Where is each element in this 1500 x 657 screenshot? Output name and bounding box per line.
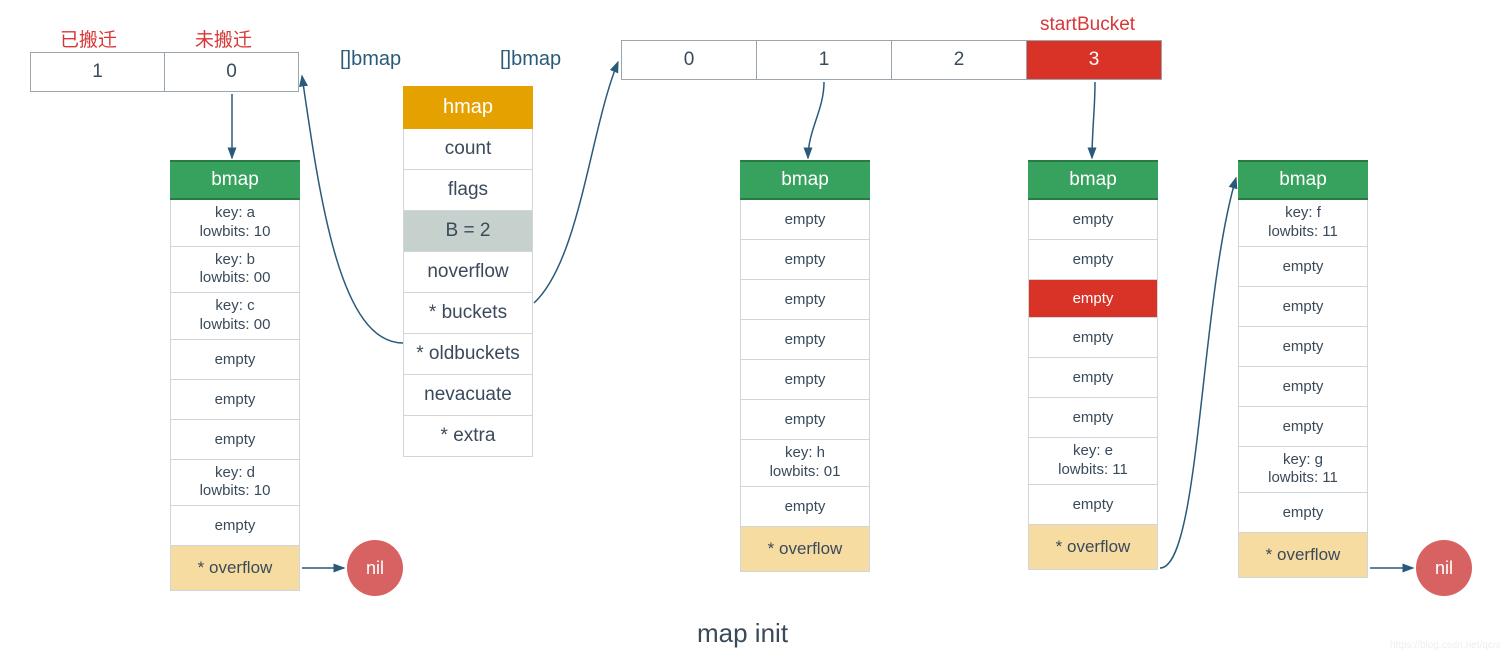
bmap-ovf-slot-0: key: flowbits: 11	[1238, 200, 1368, 247]
hmap-row-nevacuate: nevacuate	[403, 375, 533, 416]
bmap-new3-slot-5: empty	[1028, 398, 1158, 438]
bmap-new1-slot-4: empty	[740, 360, 870, 400]
oldbuckets-array: 1 0	[30, 52, 299, 92]
nil-circle-right: nil	[1416, 540, 1472, 596]
newbucket-cell-0: 0	[622, 41, 757, 80]
bmap-new1-slot-1: empty	[740, 240, 870, 280]
newbuckets-array: 0 1 2 3	[621, 40, 1162, 80]
bmap-ovf-slot-7: empty	[1238, 493, 1368, 533]
bmap-new1-slot-0: empty	[740, 200, 870, 240]
bmap-old0-slot-2: key: clowbits: 00	[170, 293, 300, 340]
bmap-new3-overflow: * overflow	[1028, 525, 1158, 570]
hmap-row-buckets: * buckets	[403, 293, 533, 334]
bmap-new1-slot-3: empty	[740, 320, 870, 360]
bmap-new1-slot-6: key: hlowbits: 01	[740, 440, 870, 487]
oldbucket-cell-1: 0	[165, 53, 299, 92]
bmap-old0-slot-6: key: dlowbits: 10	[170, 460, 300, 507]
bmap-new3-slot-4: empty	[1028, 358, 1158, 398]
bmap-ovf-slot-5: empty	[1238, 407, 1368, 447]
bmap-new3-slot-2: empty	[1028, 280, 1158, 318]
bmap-old0-header: bmap	[170, 160, 300, 200]
bmap-ovf-header: bmap	[1238, 160, 1368, 200]
bmap-new1: bmap empty empty empty empty empty empty…	[740, 160, 870, 572]
bmap-ovf-slot-1: empty	[1238, 247, 1368, 287]
hmap-row-count: count	[403, 129, 533, 170]
bmap-old0-slot-5: empty	[170, 420, 300, 460]
hmap-row-noverflow: noverflow	[403, 252, 533, 293]
bmap-new1-slot-5: empty	[740, 400, 870, 440]
diagram-caption: map init	[697, 618, 788, 649]
bmap-old0-slot-7: empty	[170, 506, 300, 546]
bmap-new1-slot-7: empty	[740, 487, 870, 527]
bmap-overflow: bmap key: flowbits: 11 empty empty empty…	[1238, 160, 1368, 578]
nil-circle-left: nil	[347, 540, 403, 596]
bmap-ovf-overflow: * overflow	[1238, 533, 1368, 578]
bmap-old0-slot-4: empty	[170, 380, 300, 420]
label-not-migrated: 未搬迁	[195, 25, 252, 52]
bmap-ovf-slot-2: empty	[1238, 287, 1368, 327]
oldbucket-cell-0: 1	[31, 53, 165, 92]
bmap-ovf-slot-4: empty	[1238, 367, 1368, 407]
newbucket-cell-1: 1	[757, 41, 892, 80]
label-migrated: 已搬迁	[60, 25, 117, 52]
label-bmap-left: []bmap	[340, 48, 401, 71]
newbucket-cell-3: 3	[1027, 41, 1162, 80]
bmap-new1-overflow: * overflow	[740, 527, 870, 572]
bmap-old0-slot-0: key: alowbits: 10	[170, 200, 300, 247]
bmap-new3-slot-6: key: elowbits: 11	[1028, 438, 1158, 485]
bmap-ovf-slot-6: key: glowbits: 11	[1238, 447, 1368, 494]
hmap-row-flags: flags	[403, 170, 533, 211]
hmap-struct: hmap count flags B = 2 noverflow * bucke…	[403, 86, 533, 457]
hmap-header: hmap	[403, 86, 533, 129]
bmap-old0-slot-3: empty	[170, 340, 300, 380]
label-bmap-right: []bmap	[500, 48, 561, 71]
hmap-row-extra: * extra	[403, 416, 533, 457]
bmap-ovf-slot-3: empty	[1238, 327, 1368, 367]
bmap-new1-header: bmap	[740, 160, 870, 200]
newbucket-cell-2: 2	[892, 41, 1027, 80]
bmap-new3-slot-7: empty	[1028, 485, 1158, 525]
hmap-row-oldbuckets: * oldbuckets	[403, 334, 533, 375]
bmap-new3: bmap empty empty empty empty empty empty…	[1028, 160, 1158, 570]
bmap-new3-slot-3: empty	[1028, 318, 1158, 358]
bmap-old0-slot-1: key: blowbits: 00	[170, 247, 300, 294]
bmap-new1-slot-2: empty	[740, 280, 870, 320]
hmap-row-b: B = 2	[403, 211, 533, 252]
bmap-new3-header: bmap	[1028, 160, 1158, 200]
bmap-new3-slot-1: empty	[1028, 240, 1158, 280]
bmap-old0: bmap key: alowbits: 10 key: blowbits: 00…	[170, 160, 300, 591]
watermark: https://blog.csdn.net/qcrao	[1390, 640, 1500, 651]
bmap-old0-overflow: * overflow	[170, 546, 300, 591]
bmap-new3-slot-0: empty	[1028, 200, 1158, 240]
label-start-bucket: startBucket	[1040, 14, 1135, 36]
